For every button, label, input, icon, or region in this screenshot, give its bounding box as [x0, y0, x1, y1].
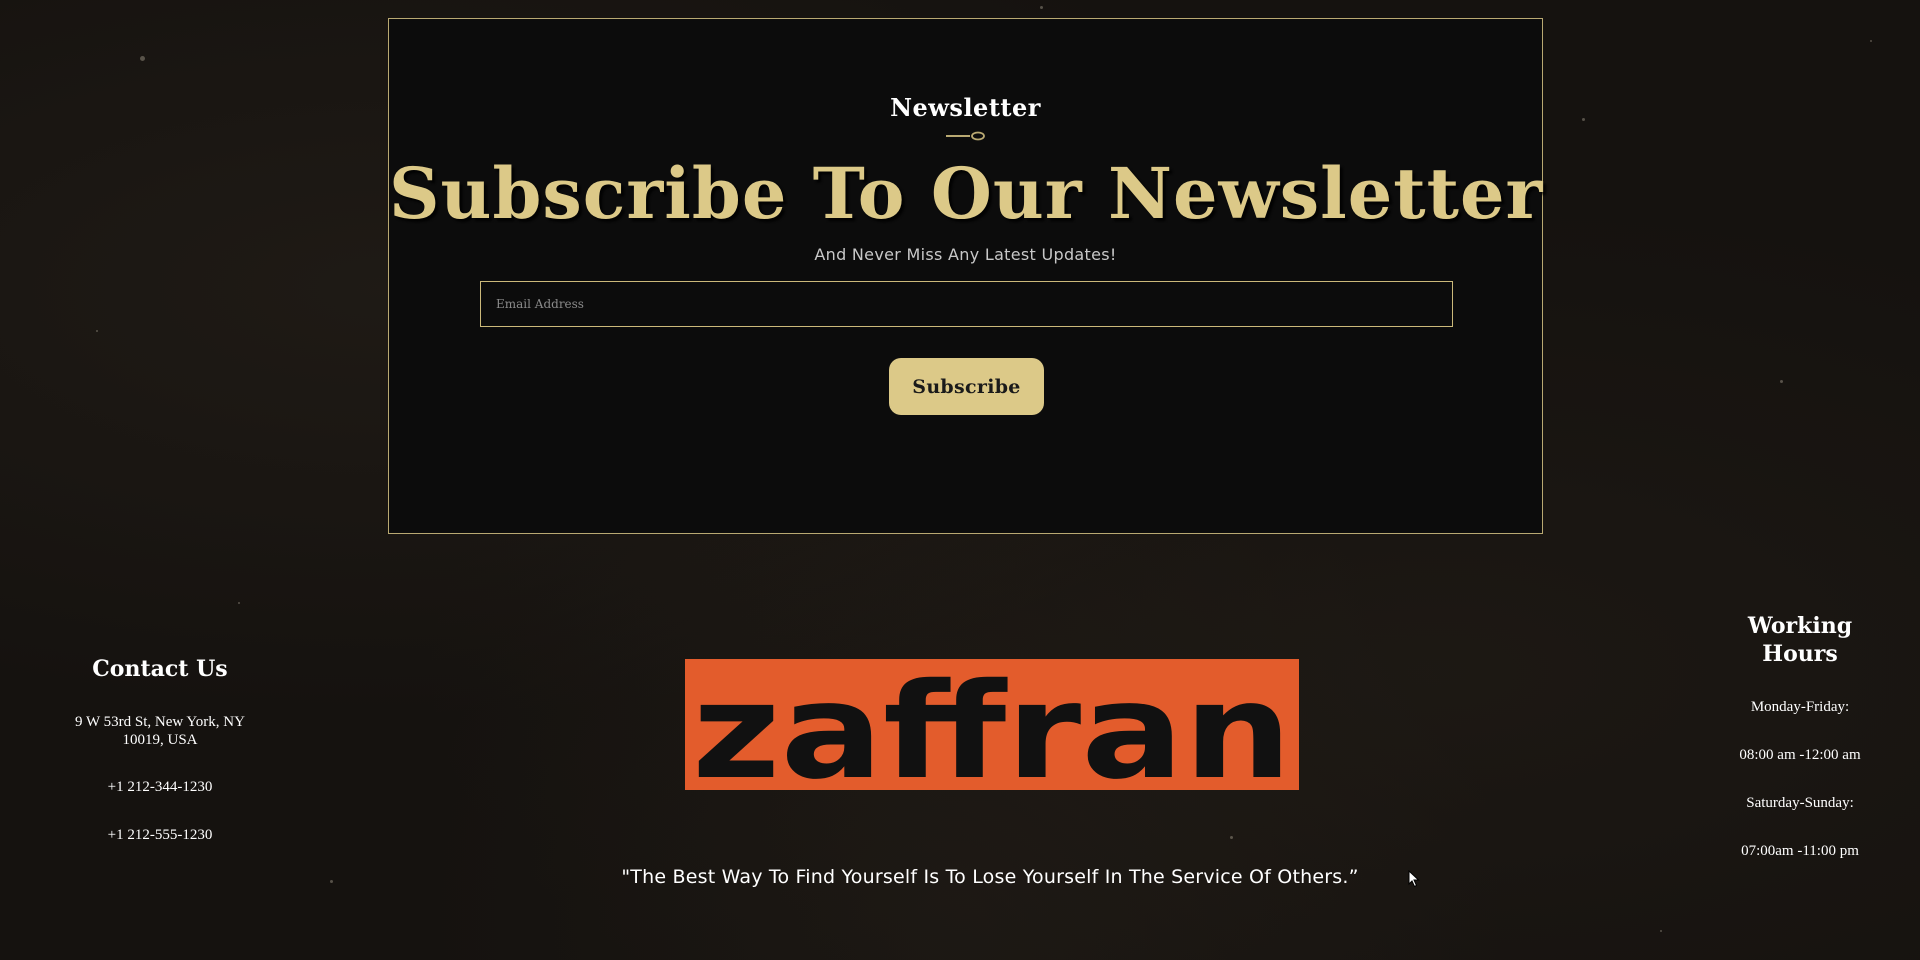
mouse-cursor-icon: [1408, 870, 1420, 888]
footer-quote: "The Best Way To Find Yourself Is To Los…: [621, 866, 1359, 888]
newsletter-subtitle: And Never Miss Any Latest Updates!: [814, 245, 1117, 264]
weekend-label: Saturday-Sunday:: [1746, 795, 1854, 811]
logo-text: zaffran: [692, 659, 1292, 790]
contact-heading: Contact Us: [92, 656, 228, 682]
contact-phone-1[interactable]: +1 212-344-1230: [55, 778, 265, 796]
contact-section: Contact Us 9 W 53rd St, New York, NY 100…: [55, 655, 265, 874]
working-hours-heading: Working Hours: [1747, 613, 1853, 667]
spoon-divider-icon: [946, 131, 985, 141]
zaffran-logo[interactable]: zaffran: [685, 659, 1299, 790]
newsletter-section: Newsletter Subscribe To Our Newsletter A…: [388, 18, 1543, 534]
weekday-label: Monday-Friday:: [1750, 699, 1850, 715]
newsletter-title: Subscribe To Our Newsletter: [389, 152, 1544, 235]
weekday-time: 08:00 am -12:00 am: [1739, 747, 1861, 763]
email-field[interactable]: [480, 281, 1453, 327]
contact-address: 9 W 53rd St, New York, NY 10019, USA: [75, 714, 245, 748]
working-hours-section: Working Hours Monday-Friday: 08:00 am -1…: [1720, 612, 1880, 890]
subscribe-button[interactable]: Subscribe: [889, 358, 1044, 415]
newsletter-eyebrow: Newsletter: [890, 93, 1041, 122]
contact-phone-2[interactable]: +1 212-555-1230: [55, 826, 265, 844]
logo-wordmark: zaffran: [692, 659, 1292, 790]
weekend-time: 07:00am -11:00 pm: [1741, 843, 1859, 859]
